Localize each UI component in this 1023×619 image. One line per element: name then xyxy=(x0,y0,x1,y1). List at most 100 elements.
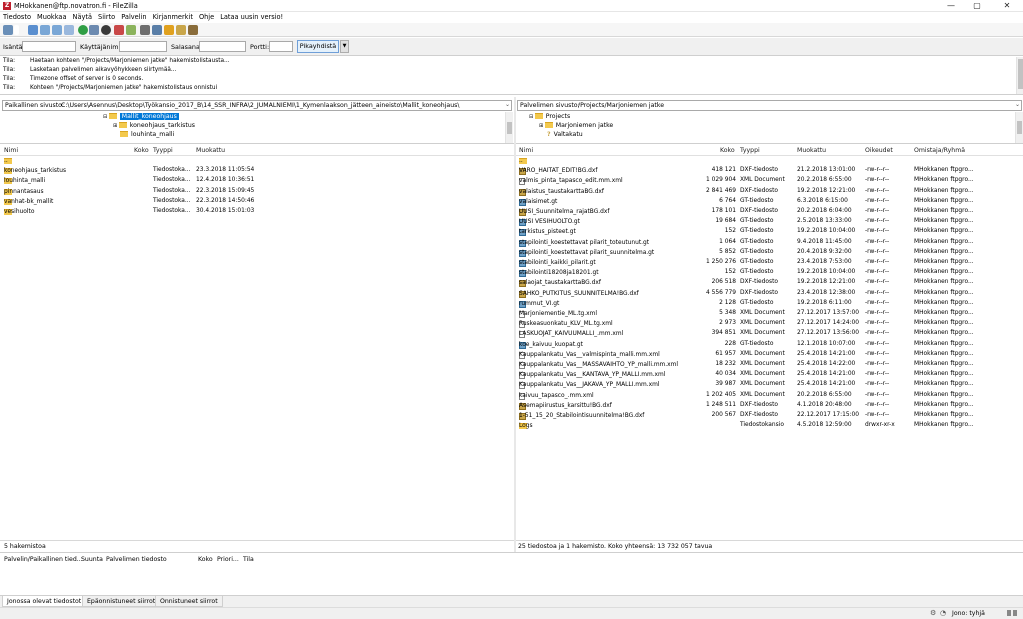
remote-file-row[interactable]: stabilointi18208ja18201.gt 152 GT-tiedosto… xyxy=(516,268,1023,278)
menu-muokkaa[interactable]: Muokkaa xyxy=(34,12,70,23)
site-manager-icon[interactable] xyxy=(3,25,13,35)
remote-file-row[interactable]: valaistus_taustakarttaBG.dxf 2 841 469 DXF… xyxy=(516,187,1023,197)
site-manager-dropdown-icon[interactable] xyxy=(14,25,19,35)
port-input[interactable] xyxy=(269,41,293,52)
remote-file-row[interactable]: stapilointi_koestettavat pilarit_toteutu… xyxy=(516,238,1023,248)
remote-file-row[interactable]: koe_kaivuu_kuopat.gt 228 GT-tiedosto 12.1.2… xyxy=(516,340,1023,350)
queue-col-priority[interactable]: Priori... xyxy=(217,556,239,563)
search-remote-icon[interactable] xyxy=(176,25,186,35)
remote-file-row[interactable]: stapilointi_koestettavat pilarit_suunnit… xyxy=(516,248,1023,258)
remote-col-type[interactable]: Tyyppi xyxy=(740,147,760,154)
menu-tiedosto[interactable]: Tiedosto xyxy=(0,12,34,23)
remote-file-row[interactable]: Kauppalankatu_Vas__valmispinta_malli.mm.… xyxy=(516,350,1023,360)
queue-col-size[interactable]: Koko xyxy=(198,556,213,563)
local-file-row[interactable]: koneohjaus_tarkistus Tiedostoka... 23.3.20… xyxy=(0,166,514,176)
toggle-local-tree-icon[interactable] xyxy=(40,25,50,35)
remote-col-permissions[interactable]: Oikeudet xyxy=(865,147,893,154)
menu-siirto[interactable]: Siirto xyxy=(95,12,118,23)
remote-file-row[interactable]: VARO_HAITAT_EDIT!BG.dxf 418 121 DXF-tiedos… xyxy=(516,166,1023,176)
remote-file-row[interactable]: valmis_pinta_tapasco_edit.mm.xml 1 029 90… xyxy=(516,176,1023,186)
remote-file-row[interactable]: stabilointi_kaikki_pilarit.gt 1 250 276 GT… xyxy=(516,258,1023,268)
queue-col-local[interactable]: Palvelin/Paikallinen tied... xyxy=(4,556,83,563)
log-scrollbar[interactable] xyxy=(1016,57,1023,94)
sync-browsing-icon[interactable] xyxy=(164,25,174,35)
speed-limit-icon[interactable]: ◔ xyxy=(940,609,946,617)
remote-col-modified[interactable]: Muokattu xyxy=(797,147,826,154)
local-file-row[interactable]: pinnantasaus Tiedostoka... 22.3.2018 15:09… xyxy=(0,187,514,197)
quickconnect-dropdown[interactable]: ▼ xyxy=(340,40,349,53)
remote-file-row[interactable]: kaivuu_tapasco_.mm.xml 1 202 405 XML Docum… xyxy=(516,391,1023,401)
password-input[interactable] xyxy=(199,41,246,52)
minimize-button[interactable]: — xyxy=(939,0,963,12)
remote-file-row[interactable]: UUSI_Suunnitelma_rajatBG.dxf 178 101 DXF-t… xyxy=(516,207,1023,217)
remote-file-row[interactable]: .. xyxy=(516,156,1023,166)
remote-file-row[interactable]: Kauppalankatu_Vas__MASSAVAIHTO_YP_malli.… xyxy=(516,360,1023,370)
local-col-modified[interactable]: Muokattu xyxy=(196,147,225,154)
maximize-button[interactable]: ▢ xyxy=(965,0,989,12)
local-file-row[interactable]: .. xyxy=(0,156,514,166)
toggle-log-icon[interactable] xyxy=(28,25,38,35)
reconnect-icon[interactable] xyxy=(126,25,136,35)
tab-queued-files[interactable]: Jonossa olevat tiedostot xyxy=(2,596,87,607)
chevron-down-icon[interactable]: ⌄ xyxy=(1015,101,1020,108)
disconnect-icon[interactable] xyxy=(114,25,124,35)
binoculars-icon[interactable] xyxy=(188,25,198,35)
chevron-down-icon[interactable]: ⌄ xyxy=(505,101,510,108)
menu-palvelin[interactable]: Palvelin xyxy=(118,12,149,23)
remote-tree-scrollbar[interactable] xyxy=(1015,112,1023,143)
remote-col-owner[interactable]: Omistaja/Ryhmä xyxy=(914,147,965,154)
remote-col-name[interactable]: Nimi xyxy=(519,147,533,154)
remote-file-row[interactable]: Logs Tiedostokansio 4.5.2018 12:59:00 drwxr… xyxy=(516,421,1023,431)
toggle-remote-tree-icon[interactable] xyxy=(52,25,62,35)
local-col-name[interactable]: Nimi xyxy=(4,147,18,154)
filter-icon[interactable] xyxy=(140,25,150,35)
gear-icon[interactable]: ⚙ xyxy=(930,609,936,617)
local-file-row[interactable]: louhinta_malli Tiedostoka... 12.4.2018 10:… xyxy=(0,176,514,186)
remote-file-row[interactable]: Ruskeasuonkatu_KLV_ML.tg.xml 2 973 XML Doc… xyxy=(516,319,1023,329)
remote-file-row[interactable]: tarkistus_pisteet.gt 152 GT-tiedosto 19.2.2… xyxy=(516,227,1023,237)
remote-tree-node[interactable]: ⊟ Projects xyxy=(529,113,570,120)
remote-file-row[interactable]: rummut_VI.gt 2 128 GT-tiedosto 19.2.2018 6:… xyxy=(516,299,1023,309)
cancel-icon[interactable] xyxy=(101,25,111,35)
remote-file-row[interactable]: Kauppalankatu_Vas__JAKAVA_YP_MALLI.mm.xm… xyxy=(516,380,1023,390)
local-col-type[interactable]: Tyyppi xyxy=(153,147,173,154)
remote-file-row[interactable]: SAHKO_PUTKITUS_SUUNNITELMA!BG.dxf 4 556 7… xyxy=(516,289,1023,299)
username-input[interactable] xyxy=(119,41,167,52)
menu-kirjanmerkit[interactable]: Kirjanmerkit xyxy=(150,12,196,23)
menu-nayta[interactable]: Näytä xyxy=(70,12,96,23)
queue-col-direction[interactable]: Suunta xyxy=(81,556,103,563)
remote-file-row[interactable]: 1-51_15_20_Stabilointisuunnitelma!BG.dxf… xyxy=(516,411,1023,421)
menu-ohje[interactable]: Ohje xyxy=(196,12,217,23)
remote-file-row[interactable]: salaojat_taustakarttaBG.dxf 206 518 DXF-ti… xyxy=(516,278,1023,288)
remote-file-row[interactable]: LASKUOJAT_KAIVUUMALLI_.mm.xml 394 851 XML … xyxy=(516,329,1023,339)
local-tree-node[interactable]: ⊞ koneohjaus_tarkistus xyxy=(113,122,195,129)
queue-col-status[interactable]: Tila xyxy=(243,556,254,563)
local-tree-scrollbar[interactable] xyxy=(505,112,513,143)
toggle-queue-icon[interactable] xyxy=(64,25,74,35)
remote-tree-node[interactable]: ⊞ Marjoniemen jatke xyxy=(539,122,613,129)
remote-file-row[interactable]: Asemapiirustus_karsittu!BG.dxf 1 248 511 D… xyxy=(516,401,1023,411)
local-path-input[interactable]: C:\Users\Asennus\Desktop\Työkansio_2017_… xyxy=(61,102,501,109)
local-tree-node[interactable]: ⊟ Mallit_koneohjaus xyxy=(103,113,179,120)
close-button[interactable]: ✕ xyxy=(995,0,1019,12)
quickconnect-button[interactable]: Pikayhdistä xyxy=(297,40,339,53)
local-col-size[interactable]: Koko xyxy=(134,147,149,154)
menu-lataa-uusin[interactable]: Lataa uusin versio! xyxy=(217,12,286,23)
remote-col-size[interactable]: Koko xyxy=(720,147,735,154)
remote-file-row[interactable]: valaisimet.gt 6 764 GT-tiedosto 6.3.2018 6:… xyxy=(516,197,1023,207)
remote-file-row[interactable]: UUSI VESIHUOLTO.gt 19 684 GT-tiedosto 2.5.2… xyxy=(516,217,1023,227)
tab-successful-transfers[interactable]: Onnistuneet siirrot xyxy=(155,596,223,607)
tab-failed-transfers[interactable]: Epäonnistuneet siirrot xyxy=(82,596,161,607)
local-file-row[interactable]: vesihuolto Tiedostoka... 30.4.2018 15:01:0… xyxy=(0,207,514,217)
local-file-row[interactable]: vanhat-bk_mallit Tiedostoka... 22.3.2018 1… xyxy=(0,197,514,207)
refresh-icon[interactable] xyxy=(78,25,88,35)
compare-directories-icon[interactable] xyxy=(152,25,162,35)
remote-tree-node[interactable]: ? Valtakatu xyxy=(547,131,583,138)
remote-file-row[interactable]: Marjoniementie_ML.tg.xml 5 348 XML Documen… xyxy=(516,309,1023,319)
local-tree-node[interactable]: louhinta_malli xyxy=(120,131,174,138)
process-queue-icon[interactable] xyxy=(89,25,99,35)
host-input[interactable] xyxy=(22,41,76,52)
remote-path-input[interactable]: /Projects/Marjoniemen jatke xyxy=(578,102,1008,109)
remote-file-row[interactable]: Kauppalankatu_Vas__KANTAVA_YP_MALLI.mm.x… xyxy=(516,370,1023,380)
queue-col-remote[interactable]: Palvelimen tiedosto xyxy=(106,556,167,563)
